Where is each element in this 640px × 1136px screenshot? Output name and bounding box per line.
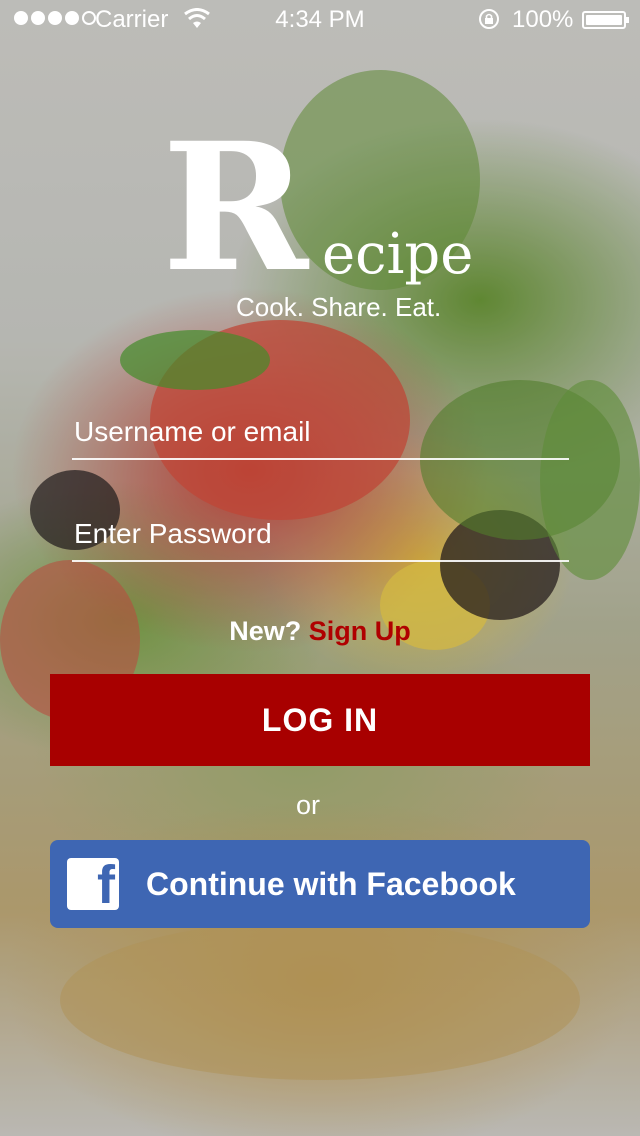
battery-percent: 100%: [512, 6, 574, 33]
logo-initial: R: [162, 104, 309, 311]
facebook-button-label: Continue with Facebook: [146, 866, 516, 902]
signup-prompt: New? Sign Up: [0, 616, 640, 647]
dim-overlay: [0, 0, 640, 1136]
status-bar: Carrier 4:34 PM 100%: [0, 0, 640, 40]
new-prompt-text: New?: [229, 616, 302, 646]
username-field-container: [72, 398, 569, 460]
signup-link[interactable]: Sign Up: [309, 616, 411, 646]
rotation-lock-icon: [479, 9, 499, 29]
login-button[interactable]: LOG IN: [50, 674, 590, 766]
facebook-icon: f: [67, 858, 119, 910]
password-field-container: [72, 500, 569, 562]
battery-icon: [582, 11, 629, 29]
password-input[interactable]: [74, 518, 554, 550]
tagline: Cook. Share. Eat.: [236, 292, 442, 322]
login-button-label: LOG IN: [261, 701, 379, 738]
or-divider-text: or: [295, 790, 320, 820]
username-input[interactable]: [74, 416, 554, 448]
facebook-login-button[interactable]: f Continue with Facebook: [50, 840, 590, 928]
logo-text: ecipe: [322, 222, 474, 287]
